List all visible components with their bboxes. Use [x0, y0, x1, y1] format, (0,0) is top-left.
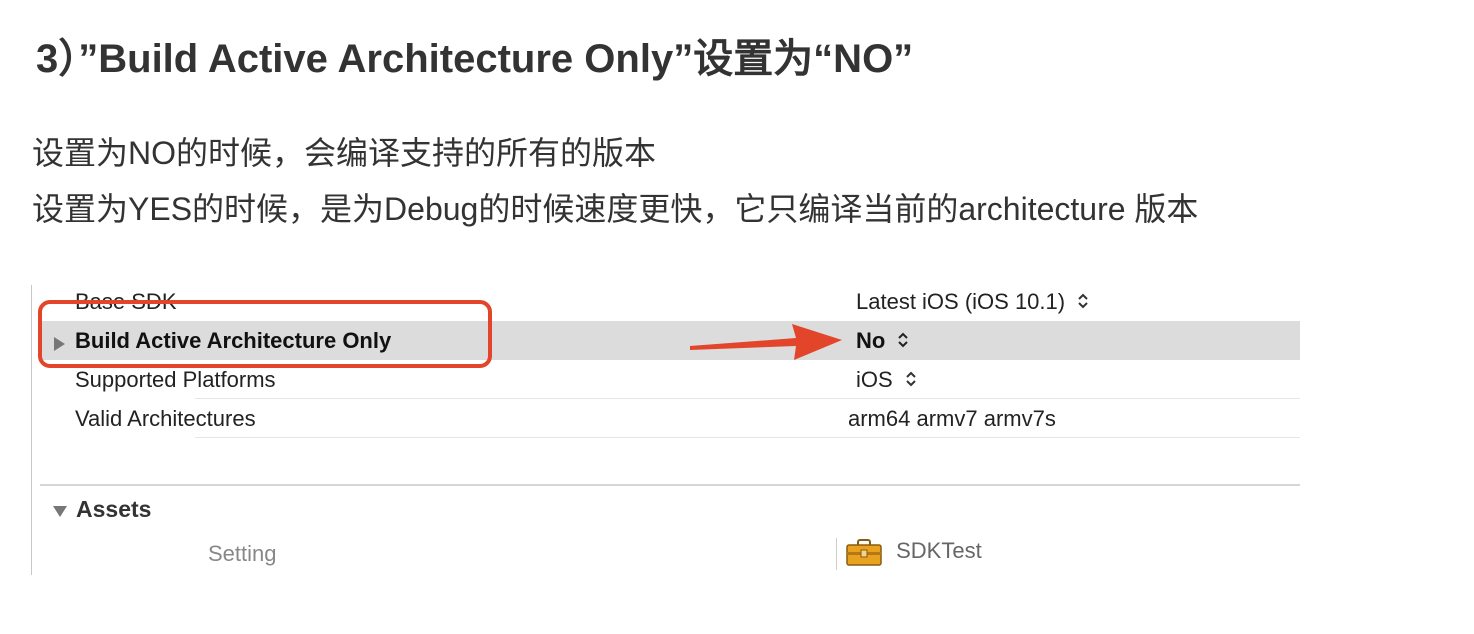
assets-target[interactable]: SDKTest: [846, 538, 982, 566]
highlight-box: [38, 300, 492, 368]
setting-value[interactable]: iOS: [856, 367, 917, 394]
updown-chevron-icon[interactable]: [905, 368, 917, 394]
section-separator: [40, 484, 1300, 486]
red-arrow-icon: [690, 324, 842, 360]
left-border-line: [31, 285, 32, 575]
toolbox-icon: [846, 538, 896, 566]
setting-value[interactable]: arm64 armv7 armv7s: [848, 406, 1056, 432]
paragraph-no: 设置为NO的时候，会编译支持的所有的版本: [32, 135, 657, 171]
setting-key: Supported Platforms: [75, 367, 276, 392]
target-name: SDKTest: [896, 538, 982, 563]
xcode-build-settings-screenshot: Base SDK Latest iOS (iOS 10.1) Build Act…: [0, 270, 1474, 590]
article-heading: 3）”Build Active Architecture Only”设置为“NO…: [36, 37, 914, 81]
updown-chevron-icon[interactable]: [1077, 290, 1089, 316]
triangle-down-icon[interactable]: [52, 497, 68, 524]
setting-key: Valid Architectures: [75, 406, 256, 431]
updown-chevron-icon[interactable]: [897, 329, 909, 355]
paragraph-yes: 设置为YES的时候，是为Debug的时候速度更快，它只编译当前的architec…: [32, 191, 1199, 227]
column-divider: [836, 538, 837, 570]
setting-row-valid-architectures[interactable]: Valid Architectures arm64 armv7 armv7s: [40, 399, 1300, 438]
assets-title: Assets: [76, 496, 152, 522]
assets-section-header[interactable]: Assets: [52, 496, 151, 524]
assets-setting-column-label: Setting: [208, 541, 277, 566]
row-separator: [195, 437, 1300, 438]
setting-value[interactable]: Latest iOS (iOS 10.1): [856, 289, 1089, 316]
setting-value[interactable]: No: [856, 328, 909, 355]
